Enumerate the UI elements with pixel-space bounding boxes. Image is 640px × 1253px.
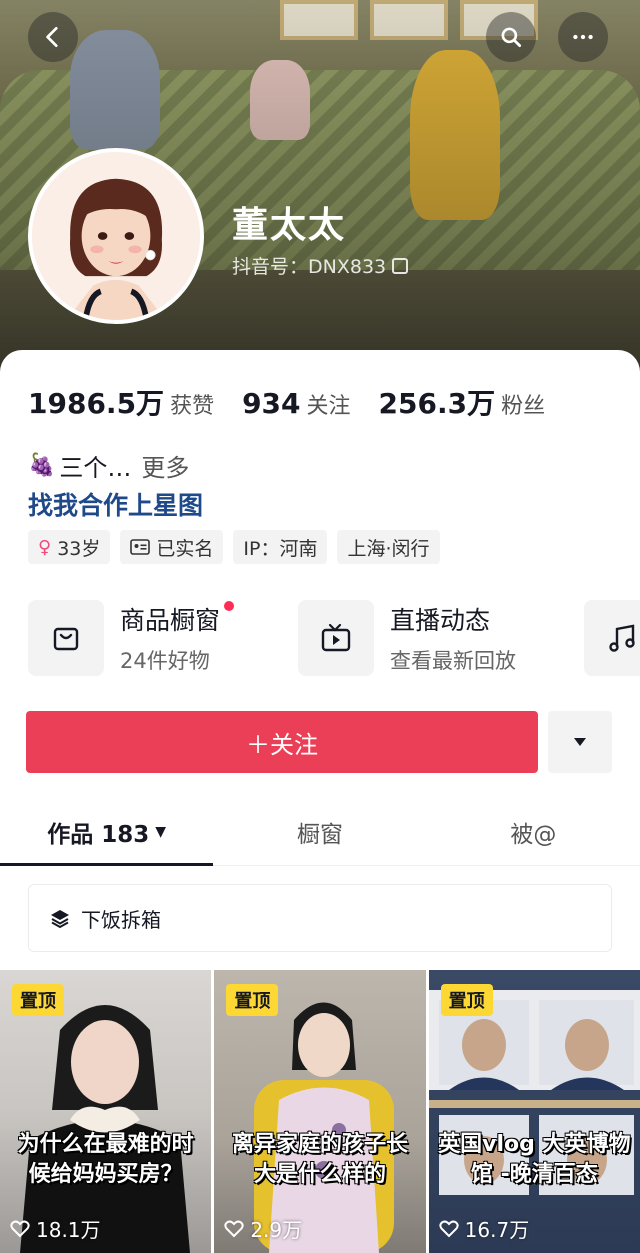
profile-name: 董太太 bbox=[232, 205, 347, 246]
content-tabs: 作品 183 ▼ 橱窗 被@ bbox=[0, 798, 640, 866]
profile-card: 1986.5万 获赞 934 关注 256.3万 粉丝 🍇 三个… 更多 找我合… bbox=[0, 350, 640, 1253]
service-subtitle: 24件好物 bbox=[120, 649, 210, 673]
copy-icon[interactable] bbox=[392, 257, 409, 274]
video-caption: 离异家庭的孩子长大是什么样的 bbox=[231, 1132, 408, 1187]
back-button[interactable] bbox=[28, 12, 78, 62]
bio-more-link[interactable]: 更多 bbox=[141, 448, 189, 483]
video-grid: 置顶 为什么在最难的时候给妈妈买房？ 18.1万 置顶 离异家庭的孩子长大是什么… bbox=[0, 970, 640, 1253]
service-shop-window[interactable]: 商品橱窗 24件好物 bbox=[28, 600, 235, 676]
service-live[interactable]: 直播动态 查看最新回放 bbox=[298, 600, 516, 676]
search-button[interactable] bbox=[486, 12, 536, 62]
tag-location: 上海·闵行 bbox=[337, 530, 440, 564]
cooperation-link[interactable]: 找我合作上星图 bbox=[28, 486, 203, 522]
service-title: 商品橱窗 bbox=[120, 601, 235, 637]
tag-text: 33岁 bbox=[57, 537, 101, 560]
heart-icon bbox=[439, 1220, 459, 1237]
tab-works[interactable]: 作品 183 ▼ bbox=[0, 798, 214, 866]
notification-dot bbox=[224, 601, 235, 611]
video-likes: 2.9万 bbox=[224, 1214, 302, 1243]
tab-shop-window[interactable]: 橱窗 bbox=[213, 798, 426, 865]
heart-icon bbox=[10, 1220, 30, 1237]
more-options-button[interactable] bbox=[558, 12, 608, 62]
id-card-icon bbox=[130, 539, 151, 555]
chevron-left-icon bbox=[46, 26, 58, 48]
tag-ip: IP：河南 bbox=[233, 530, 328, 564]
tab-mentioned[interactable]: 被@ bbox=[427, 798, 640, 865]
search-icon bbox=[501, 27, 522, 48]
douyin-id[interactable]: 抖音号：DNX833 bbox=[232, 252, 409, 279]
avatar[interactable] bbox=[28, 148, 204, 324]
bio: 🍇 三个… 更多 bbox=[28, 448, 189, 483]
caret-down-icon bbox=[574, 738, 586, 746]
pinned-badge: 置顶 bbox=[226, 984, 279, 1016]
stat-likes[interactable]: 1986.5万 获赞 bbox=[28, 382, 214, 422]
tag-age: ♀ 33岁 bbox=[28, 530, 111, 564]
stat-label: 获赞 bbox=[170, 394, 215, 419]
collection-entry[interactable]: 下饭拆箱 bbox=[28, 884, 612, 952]
tag-text: 上海·闵行 bbox=[347, 537, 430, 560]
avatar-illustration bbox=[32, 152, 200, 320]
stat-value: 1986.5万 bbox=[28, 387, 165, 420]
tag-text: IP：河南 bbox=[243, 537, 318, 560]
video-caption: 为什么在最难的时候给妈妈买房？ bbox=[17, 1132, 194, 1187]
follow-label: ＋关注 bbox=[246, 730, 318, 759]
video-caption: 英国vlog 大英博物馆 -晚清百态 bbox=[438, 1132, 631, 1187]
video-tile[interactable]: 置顶 英国vlog 大英博物馆 -晚清百态 16.7万 bbox=[428, 970, 640, 1253]
tab-label: 被@ bbox=[510, 821, 557, 848]
tag-verified: 已实名 bbox=[120, 530, 224, 564]
tag-text: 已实名 bbox=[156, 537, 214, 560]
caret-down-icon: ▼ bbox=[155, 823, 167, 840]
pinned-badge: 置顶 bbox=[440, 984, 493, 1016]
video-tile[interactable]: 置顶 为什么在最难的时候给妈妈买房？ 18.1万 bbox=[0, 970, 212, 1253]
tv-icon bbox=[298, 600, 374, 676]
heart-icon bbox=[224, 1220, 244, 1237]
stat-followers[interactable]: 256.3万 粉丝 bbox=[379, 382, 546, 422]
recommend-dropdown-button[interactable] bbox=[548, 711, 612, 773]
music-note-icon bbox=[584, 600, 640, 676]
stat-following[interactable]: 934 关注 bbox=[242, 387, 350, 420]
collection-label: 下饭拆箱 bbox=[81, 907, 161, 932]
stat-value: 256.3万 bbox=[378, 387, 496, 420]
service-subtitle: 查看最新回放 bbox=[390, 649, 516, 673]
stat-label: 关注 bbox=[306, 394, 351, 419]
douyin-id-text: 抖音号：DNX833 bbox=[232, 256, 387, 278]
video-likes: 16.7万 bbox=[439, 1214, 529, 1243]
shopping-bag-icon bbox=[28, 600, 104, 676]
video-likes: 18.1万 bbox=[10, 1214, 101, 1243]
video-tile[interactable]: 置顶 离异家庭的孩子长大是什么样的 2.9万 bbox=[214, 970, 426, 1253]
pinned-badge: 置顶 bbox=[12, 984, 64, 1016]
service-music[interactable] bbox=[584, 600, 640, 676]
stats-row: 1986.5万 获赞 934 关注 256.3万 粉丝 bbox=[28, 382, 545, 422]
female-icon: ♀ bbox=[38, 536, 52, 558]
grape-emoji-icon: 🍇 bbox=[28, 453, 56, 478]
bio-text: 三个… bbox=[59, 454, 132, 482]
more-dots-icon bbox=[573, 34, 593, 40]
tab-label: 橱窗 bbox=[296, 821, 343, 848]
tab-label: 作品 183 bbox=[47, 821, 150, 848]
service-title: 直播动态 bbox=[390, 606, 491, 635]
layers-icon bbox=[51, 910, 69, 929]
tag-row: ♀ 33岁 已实名 IP：河南 上海·闵行 bbox=[28, 530, 440, 564]
follow-button[interactable]: ＋关注 bbox=[26, 711, 538, 773]
stat-value: 934 bbox=[242, 387, 301, 420]
stat-label: 粉丝 bbox=[501, 394, 546, 419]
